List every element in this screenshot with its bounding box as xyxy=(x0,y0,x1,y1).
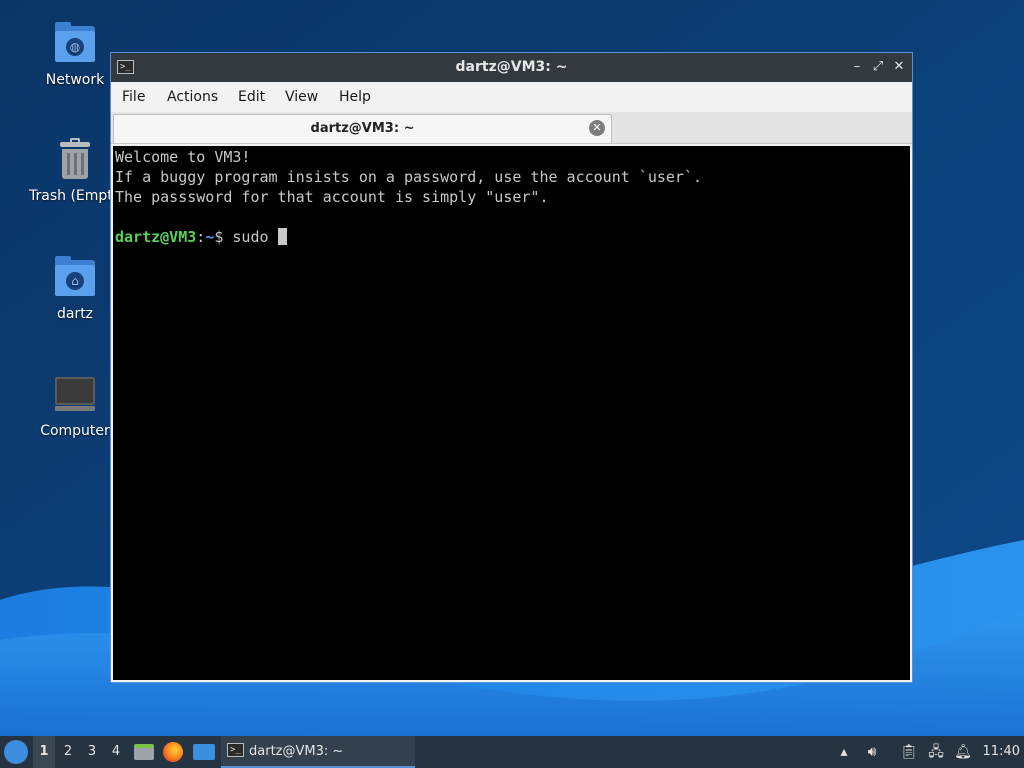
terminal-prompt-line: dartz@VM3:~$ sudo xyxy=(115,227,908,247)
menu-actions[interactable]: Actions xyxy=(167,89,218,105)
prompt-user: dartz@VM3 xyxy=(115,228,197,246)
text-cursor xyxy=(277,228,287,245)
workspace-2[interactable]: 2 xyxy=(57,736,79,768)
minimize-button[interactable]: – xyxy=(847,57,867,77)
terminal-window: >_ dartz@VM3: ~ – ⤢ ✕ File Actions Edit … xyxy=(110,52,913,683)
task-label: dartz@VM3: ~ xyxy=(249,744,344,759)
notification-icon[interactable]: 🔔︎ xyxy=(953,742,973,762)
network-folder-icon: ◍ xyxy=(53,22,97,66)
show-desktop-icon[interactable] xyxy=(193,742,215,762)
tab-terminal[interactable]: dartz@VM3: ~ ✕ xyxy=(113,114,612,143)
file-manager-icon[interactable] xyxy=(134,742,156,762)
tab-bar: dartz@VM3: ~ ✕ xyxy=(111,112,912,144)
firefox-icon[interactable] xyxy=(163,742,185,762)
workspace-3[interactable]: 3 xyxy=(81,736,103,768)
terminal-line: Welcome to VM3! xyxy=(115,148,251,166)
window-title: dartz@VM3: ~ xyxy=(455,59,568,75)
window-titlebar[interactable]: >_ dartz@VM3: ~ – ⤢ ✕ xyxy=(111,53,912,82)
clock[interactable]: 11:40 xyxy=(980,736,1020,768)
menu-file[interactable]: File xyxy=(122,89,145,105)
workspace-1[interactable]: 1 xyxy=(33,736,55,768)
terminal-line: If a buggy program insists on a password… xyxy=(115,168,702,186)
taskbar-task-terminal[interactable]: >_ dartz@VM3: ~ xyxy=(221,736,415,768)
computer-icon xyxy=(53,373,97,417)
desktop-icon-label: Trash (Empty) xyxy=(29,188,113,204)
prompt-separator: : xyxy=(196,228,206,246)
start-menu-icon[interactable] xyxy=(4,740,28,764)
home-folder-icon: ⌂ xyxy=(53,256,97,300)
tray-expand-icon[interactable]: ▴ xyxy=(834,742,854,762)
trash-icon xyxy=(53,138,97,182)
volume-icon[interactable]: 🔊︎ xyxy=(862,742,882,762)
close-button[interactable]: ✕ xyxy=(889,57,909,77)
prompt-symbol: $ xyxy=(214,228,233,246)
terminal-line: The passsword for that account is simply… xyxy=(115,188,549,206)
workspace-4[interactable]: 4 xyxy=(105,736,127,768)
menu-view[interactable]: View xyxy=(285,89,318,105)
taskbar: 1 2 3 4 >_ dartz@VM3: ~ ▴ 🔊︎ 📋︎ 🖧︎ 🔔︎ 11… xyxy=(0,736,1024,768)
command-input[interactable]: sudo xyxy=(232,228,277,246)
tab-close-icon[interactable]: ✕ xyxy=(589,120,605,136)
menu-help[interactable]: Help xyxy=(339,89,371,105)
maximize-button[interactable]: ⤢ xyxy=(868,57,888,77)
menu-bar: File Actions Edit View Help xyxy=(111,82,912,112)
network-icon[interactable]: 🖧︎ xyxy=(926,742,946,762)
clipboard-icon[interactable]: 📋︎ xyxy=(899,742,919,762)
tab-label: dartz@VM3: ~ xyxy=(310,121,415,136)
terminal-task-icon: >_ xyxy=(227,743,244,757)
prompt-path: ~ xyxy=(205,228,215,246)
menu-edit[interactable]: Edit xyxy=(238,89,265,105)
terminal-output[interactable]: Welcome to VM3! If a buggy program insis… xyxy=(113,146,910,680)
